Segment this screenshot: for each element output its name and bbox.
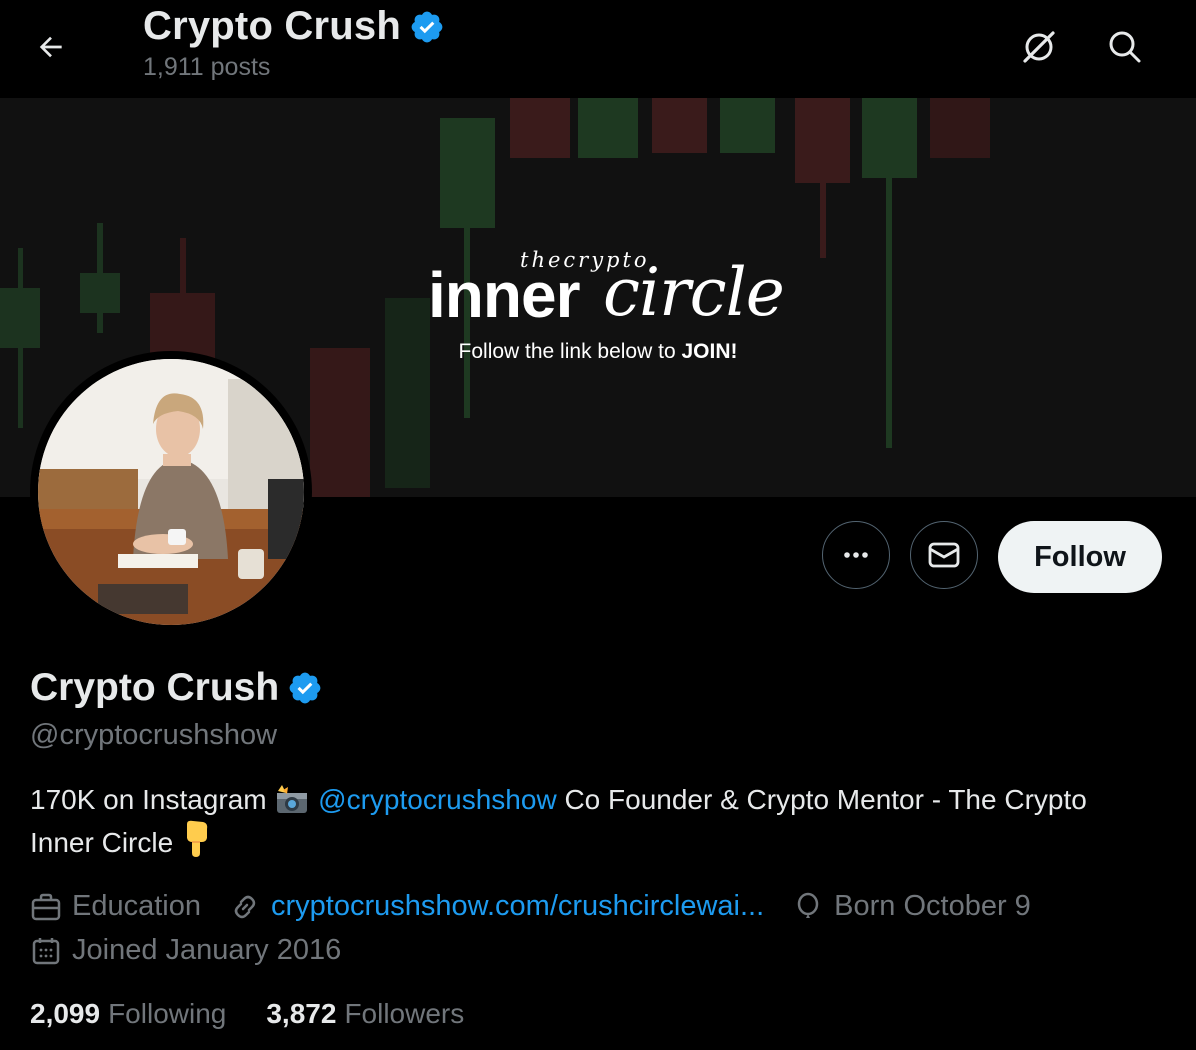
website-link[interactable]: cryptocrushshow.com/crushcirclewai... (271, 890, 764, 923)
grok-button[interactable] (1014, 22, 1064, 72)
profile-meta-row-1: Education cryptocrushshow.com/crushcircl… (30, 890, 1059, 923)
link-icon (234, 895, 256, 918)
meta-birthday: Born October 9 (792, 890, 1031, 923)
posts-count: 1,911 posts (143, 53, 271, 81)
follow-counts: 2,099 Following 3,872 Followers (30, 998, 504, 1030)
category-text: Education (72, 890, 201, 922)
verified-badge-icon (411, 11, 443, 42)
following-link[interactable]: 2,099 Following (30, 998, 226, 1030)
camera-flash-emoji-icon (277, 785, 308, 813)
followers-count: 3,872 (266, 998, 337, 1029)
profile-handle: @cryptocrushshow (30, 719, 278, 751)
followers-link[interactable]: 3,872 Followers (266, 998, 464, 1030)
birthday-text: Born October 9 (834, 890, 1031, 922)
search-button[interactable] (1100, 22, 1150, 72)
calendar-icon (32, 937, 60, 964)
joined-text: Joined January 2016 (72, 934, 342, 966)
message-button[interactable] (910, 521, 978, 589)
follow-button[interactable]: Follow (998, 521, 1162, 593)
tagline-join: JOIN! (681, 340, 738, 363)
bio-mention-link[interactable]: @cryptocrushshow (318, 784, 557, 815)
balloon-icon (797, 892, 819, 918)
verified-badge-icon[interactable] (287, 670, 323, 706)
search-icon (1109, 31, 1141, 63)
more-button[interactable] (822, 521, 890, 589)
grok-icon (1023, 31, 1055, 63)
header-title-group: Crypto Crush 1,911 posts (143, 4, 445, 82)
top-bar: Crypto Crush 1,911 posts (0, 0, 1196, 98)
tagline-prefix: Follow the link below to (458, 340, 682, 363)
bio-text-1: 170K on Instagram (30, 784, 267, 815)
followers-label: Followers (344, 998, 465, 1029)
following-label: Following (108, 998, 227, 1029)
arrow-left-icon (39, 36, 62, 58)
meta-joined: Joined January 2016 (30, 934, 341, 967)
envelope-icon (928, 542, 960, 568)
briefcase-icon (31, 893, 61, 920)
profile-meta-row-2: Joined January 2016 (30, 934, 369, 967)
header-title: Crypto Crush (143, 4, 401, 48)
pointing-down-emoji-icon (186, 820, 208, 857)
profile-bio: 170K on Instagram @cryptocrushshow Co Fo… (30, 780, 1150, 863)
avatar-image (38, 359, 304, 625)
logo-circle-text: circle (603, 254, 785, 331)
profile-name: Crypto Crush (30, 666, 280, 709)
profile-name-line: Crypto Crush (30, 666, 323, 710)
more-icon (844, 552, 868, 558)
logo-inner-text: inner (428, 259, 580, 331)
back-button[interactable] (28, 24, 74, 70)
following-count: 2,099 (30, 998, 101, 1029)
meta-category: Education (30, 890, 201, 923)
avatar[interactable] (30, 351, 312, 633)
meta-website[interactable]: cryptocrushshow.com/crushcirclewai... (229, 890, 764, 923)
